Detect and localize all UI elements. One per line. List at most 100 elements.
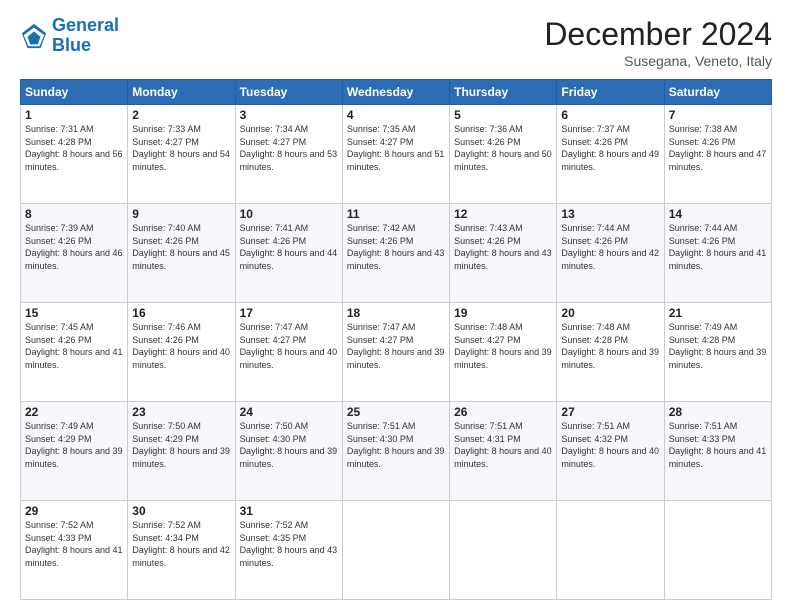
- col-header-saturday: Saturday: [664, 80, 771, 105]
- day-number: 16: [132, 306, 230, 320]
- calendar-week-1: 1Sunrise: 7:31 AMSunset: 4:28 PMDaylight…: [21, 105, 772, 204]
- day-info: Sunrise: 7:47 AMSunset: 4:27 PMDaylight:…: [240, 321, 338, 371]
- logo: General Blue: [20, 16, 119, 56]
- day-number: 26: [454, 405, 552, 419]
- calendar-cell: 10Sunrise: 7:41 AMSunset: 4:26 PMDayligh…: [235, 204, 342, 303]
- day-number: 22: [25, 405, 123, 419]
- calendar-cell: [557, 501, 664, 600]
- page: General Blue December 2024 Susegana, Ven…: [0, 0, 792, 612]
- calendar-cell: 24Sunrise: 7:50 AMSunset: 4:30 PMDayligh…: [235, 402, 342, 501]
- day-info: Sunrise: 7:51 AMSunset: 4:32 PMDaylight:…: [561, 420, 659, 470]
- calendar-cell: 13Sunrise: 7:44 AMSunset: 4:26 PMDayligh…: [557, 204, 664, 303]
- day-number: 4: [347, 108, 445, 122]
- day-info: Sunrise: 7:34 AMSunset: 4:27 PMDaylight:…: [240, 123, 338, 173]
- calendar-cell: 29Sunrise: 7:52 AMSunset: 4:33 PMDayligh…: [21, 501, 128, 600]
- day-info: Sunrise: 7:48 AMSunset: 4:28 PMDaylight:…: [561, 321, 659, 371]
- day-info: Sunrise: 7:41 AMSunset: 4:26 PMDaylight:…: [240, 222, 338, 272]
- calendar-cell: 6Sunrise: 7:37 AMSunset: 4:26 PMDaylight…: [557, 105, 664, 204]
- day-number: 15: [25, 306, 123, 320]
- day-info: Sunrise: 7:51 AMSunset: 4:31 PMDaylight:…: [454, 420, 552, 470]
- day-number: 18: [347, 306, 445, 320]
- day-number: 13: [561, 207, 659, 221]
- day-info: Sunrise: 7:49 AMSunset: 4:29 PMDaylight:…: [25, 420, 123, 470]
- calendar-cell: 12Sunrise: 7:43 AMSunset: 4:26 PMDayligh…: [450, 204, 557, 303]
- day-info: Sunrise: 7:45 AMSunset: 4:26 PMDaylight:…: [25, 321, 123, 371]
- day-number: 29: [25, 504, 123, 518]
- day-info: Sunrise: 7:38 AMSunset: 4:26 PMDaylight:…: [669, 123, 767, 173]
- day-number: 30: [132, 504, 230, 518]
- day-number: 28: [669, 405, 767, 419]
- calendar-cell: 25Sunrise: 7:51 AMSunset: 4:30 PMDayligh…: [342, 402, 449, 501]
- calendar-cell: 28Sunrise: 7:51 AMSunset: 4:33 PMDayligh…: [664, 402, 771, 501]
- day-number: 5: [454, 108, 552, 122]
- calendar-cell: 4Sunrise: 7:35 AMSunset: 4:27 PMDaylight…: [342, 105, 449, 204]
- day-number: 2: [132, 108, 230, 122]
- day-info: Sunrise: 7:33 AMSunset: 4:27 PMDaylight:…: [132, 123, 230, 173]
- day-number: 6: [561, 108, 659, 122]
- col-header-monday: Monday: [128, 80, 235, 105]
- day-info: Sunrise: 7:51 AMSunset: 4:33 PMDaylight:…: [669, 420, 767, 470]
- calendar-week-2: 8Sunrise: 7:39 AMSunset: 4:26 PMDaylight…: [21, 204, 772, 303]
- calendar-cell: 20Sunrise: 7:48 AMSunset: 4:28 PMDayligh…: [557, 303, 664, 402]
- day-info: Sunrise: 7:51 AMSunset: 4:30 PMDaylight:…: [347, 420, 445, 470]
- calendar-cell: 15Sunrise: 7:45 AMSunset: 4:26 PMDayligh…: [21, 303, 128, 402]
- calendar-cell: 19Sunrise: 7:48 AMSunset: 4:27 PMDayligh…: [450, 303, 557, 402]
- day-number: 11: [347, 207, 445, 221]
- day-number: 27: [561, 405, 659, 419]
- day-number: 31: [240, 504, 338, 518]
- day-info: Sunrise: 7:52 AMSunset: 4:34 PMDaylight:…: [132, 519, 230, 569]
- calendar-cell: 1Sunrise: 7:31 AMSunset: 4:28 PMDaylight…: [21, 105, 128, 204]
- calendar-cell: 22Sunrise: 7:49 AMSunset: 4:29 PMDayligh…: [21, 402, 128, 501]
- day-number: 25: [347, 405, 445, 419]
- calendar-cell: 16Sunrise: 7:46 AMSunset: 4:26 PMDayligh…: [128, 303, 235, 402]
- day-number: 1: [25, 108, 123, 122]
- calendar-week-5: 29Sunrise: 7:52 AMSunset: 4:33 PMDayligh…: [21, 501, 772, 600]
- header: General Blue December 2024 Susegana, Ven…: [20, 16, 772, 69]
- day-info: Sunrise: 7:44 AMSunset: 4:26 PMDaylight:…: [561, 222, 659, 272]
- day-number: 8: [25, 207, 123, 221]
- logo-icon: [20, 22, 48, 50]
- calendar-cell: 9Sunrise: 7:40 AMSunset: 4:26 PMDaylight…: [128, 204, 235, 303]
- day-info: Sunrise: 7:40 AMSunset: 4:26 PMDaylight:…: [132, 222, 230, 272]
- day-number: 3: [240, 108, 338, 122]
- month-title: December 2024: [544, 16, 772, 53]
- col-header-wednesday: Wednesday: [342, 80, 449, 105]
- calendar-cell: 30Sunrise: 7:52 AMSunset: 4:34 PMDayligh…: [128, 501, 235, 600]
- calendar-cell: 11Sunrise: 7:42 AMSunset: 4:26 PMDayligh…: [342, 204, 449, 303]
- day-info: Sunrise: 7:47 AMSunset: 4:27 PMDaylight:…: [347, 321, 445, 371]
- day-number: 10: [240, 207, 338, 221]
- calendar-cell: 23Sunrise: 7:50 AMSunset: 4:29 PMDayligh…: [128, 402, 235, 501]
- calendar-cell: [450, 501, 557, 600]
- day-number: 19: [454, 306, 552, 320]
- day-info: Sunrise: 7:48 AMSunset: 4:27 PMDaylight:…: [454, 321, 552, 371]
- day-number: 7: [669, 108, 767, 122]
- col-header-tuesday: Tuesday: [235, 80, 342, 105]
- logo-line1: General: [52, 15, 119, 35]
- day-number: 21: [669, 306, 767, 320]
- col-header-sunday: Sunday: [21, 80, 128, 105]
- calendar-cell: 8Sunrise: 7:39 AMSunset: 4:26 PMDaylight…: [21, 204, 128, 303]
- day-info: Sunrise: 7:52 AMSunset: 4:33 PMDaylight:…: [25, 519, 123, 569]
- day-number: 23: [132, 405, 230, 419]
- calendar-header-row: SundayMondayTuesdayWednesdayThursdayFrid…: [21, 80, 772, 105]
- calendar-cell: 27Sunrise: 7:51 AMSunset: 4:32 PMDayligh…: [557, 402, 664, 501]
- day-info: Sunrise: 7:43 AMSunset: 4:26 PMDaylight:…: [454, 222, 552, 272]
- day-number: 17: [240, 306, 338, 320]
- calendar-week-3: 15Sunrise: 7:45 AMSunset: 4:26 PMDayligh…: [21, 303, 772, 402]
- calendar-cell: 7Sunrise: 7:38 AMSunset: 4:26 PMDaylight…: [664, 105, 771, 204]
- day-number: 24: [240, 405, 338, 419]
- calendar-cell: 3Sunrise: 7:34 AMSunset: 4:27 PMDaylight…: [235, 105, 342, 204]
- location: Susegana, Veneto, Italy: [544, 53, 772, 69]
- calendar-cell: 18Sunrise: 7:47 AMSunset: 4:27 PMDayligh…: [342, 303, 449, 402]
- day-info: Sunrise: 7:37 AMSunset: 4:26 PMDaylight:…: [561, 123, 659, 173]
- calendar-cell: 2Sunrise: 7:33 AMSunset: 4:27 PMDaylight…: [128, 105, 235, 204]
- day-info: Sunrise: 7:49 AMSunset: 4:28 PMDaylight:…: [669, 321, 767, 371]
- day-number: 20: [561, 306, 659, 320]
- logo-line2: Blue: [52, 35, 91, 55]
- day-info: Sunrise: 7:50 AMSunset: 4:29 PMDaylight:…: [132, 420, 230, 470]
- day-info: Sunrise: 7:42 AMSunset: 4:26 PMDaylight:…: [347, 222, 445, 272]
- day-info: Sunrise: 7:39 AMSunset: 4:26 PMDaylight:…: [25, 222, 123, 272]
- day-number: 9: [132, 207, 230, 221]
- calendar-cell: 21Sunrise: 7:49 AMSunset: 4:28 PMDayligh…: [664, 303, 771, 402]
- col-header-thursday: Thursday: [450, 80, 557, 105]
